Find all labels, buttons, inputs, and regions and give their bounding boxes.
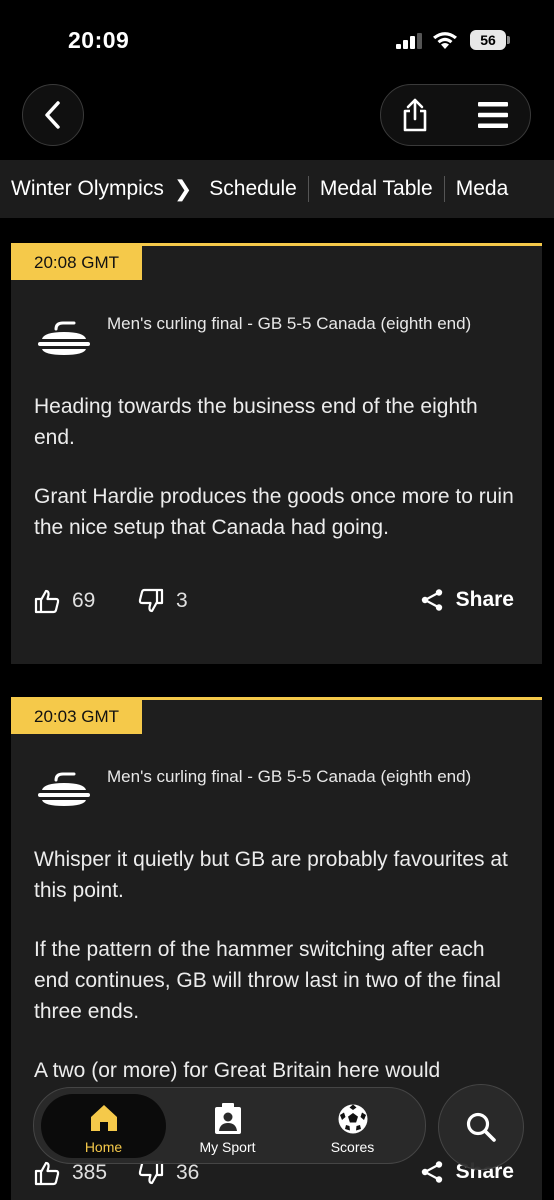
bottom-tab-bar: Home My Sport Scores: [33, 1087, 426, 1164]
wifi-icon: [433, 32, 457, 49]
dislike-count: 36: [176, 1161, 200, 1184]
post-paragraph: If the pattern of the hammer switching a…: [34, 938, 501, 1023]
search-icon: [466, 1112, 496, 1142]
post-actions: 69 3 Share: [34, 588, 524, 618]
share-icon: [421, 589, 442, 611]
tab-label: My Sport: [199, 1139, 256, 1155]
post-timestamp: 20:03 GMT: [11, 700, 143, 734]
dislike-count: 3: [176, 589, 188, 612]
hamburger-menu-icon: [478, 102, 508, 128]
post-timestamp: 20:08 GMT: [11, 246, 143, 280]
thumbs-up-icon: [34, 589, 60, 614]
post-paragraph: A two (or more) for Great Britain here w…: [34, 1059, 441, 1082]
breadcrumb-winter-olympics[interactable]: Winter Olympics: [0, 177, 170, 201]
tab-scores[interactable]: Scores: [290, 1094, 415, 1158]
post-headline: Men's curling final - GB 5-5 Canada (eig…: [107, 314, 472, 333]
like-count: 69: [72, 589, 96, 612]
nav-link-schedule[interactable]: Schedule: [198, 177, 308, 201]
post-actions: 385 36 Share: [34, 1160, 524, 1190]
nav-link-medal-table[interactable]: Medal Table: [309, 177, 444, 201]
back-button[interactable]: [22, 84, 84, 146]
like-button[interactable]: 69: [34, 588, 95, 614]
live-post: 20:08 GMT Men's curling final - GB 5-5 C…: [11, 243, 542, 664]
football-icon: [338, 1104, 367, 1134]
dislike-button[interactable]: 3: [138, 588, 188, 614]
battery-tip: [507, 36, 510, 44]
share-upload-icon: [403, 98, 427, 132]
thumbs-up-icon: [34, 1161, 60, 1186]
search-button[interactable]: [438, 1084, 524, 1170]
cellular-signal-icon: [396, 33, 422, 49]
thumbs-down-icon: [138, 588, 164, 613]
share-icon: [421, 1161, 442, 1183]
post-paragraph: Heading towards the business end of the …: [34, 395, 478, 449]
nav-link-medal-truncated[interactable]: Meda: [445, 177, 520, 201]
my-sport-icon: [214, 1103, 241, 1134]
curling-icon: [38, 321, 90, 355]
share-post-button[interactable]: Share: [420, 588, 514, 612]
post-paragraph: Whisper it quietly but GB are probably f…: [34, 848, 508, 902]
tab-my-sport[interactable]: My Sport: [165, 1094, 290, 1158]
post-paragraph: Grant Hardie produces the goods once mor…: [34, 485, 514, 539]
status-bar: 20:09 56: [0, 0, 554, 80]
chevron-left-icon: [45, 101, 60, 129]
post-headline: Men's curling final - GB 5-5 Canada (eig…: [107, 767, 472, 786]
tab-label: Scores: [330, 1139, 375, 1155]
breadcrumb: Winter Olympics ❯ Schedule Medal Table M…: [0, 160, 554, 218]
home-icon: [90, 1105, 117, 1131]
status-time: 20:09: [68, 27, 130, 53]
battery-indicator: 56: [470, 30, 506, 50]
chevron-right-icon: ❯: [173, 176, 193, 201]
header-actions: [380, 84, 531, 146]
curling-icon: [38, 772, 90, 806]
share-label: Share: [455, 588, 514, 611]
tab-home[interactable]: Home: [41, 1094, 166, 1158]
tab-label: Home: [84, 1139, 123, 1155]
menu-button[interactable]: [473, 95, 513, 135]
share-page-button[interactable]: [395, 95, 435, 135]
like-count: 385: [72, 1161, 108, 1184]
